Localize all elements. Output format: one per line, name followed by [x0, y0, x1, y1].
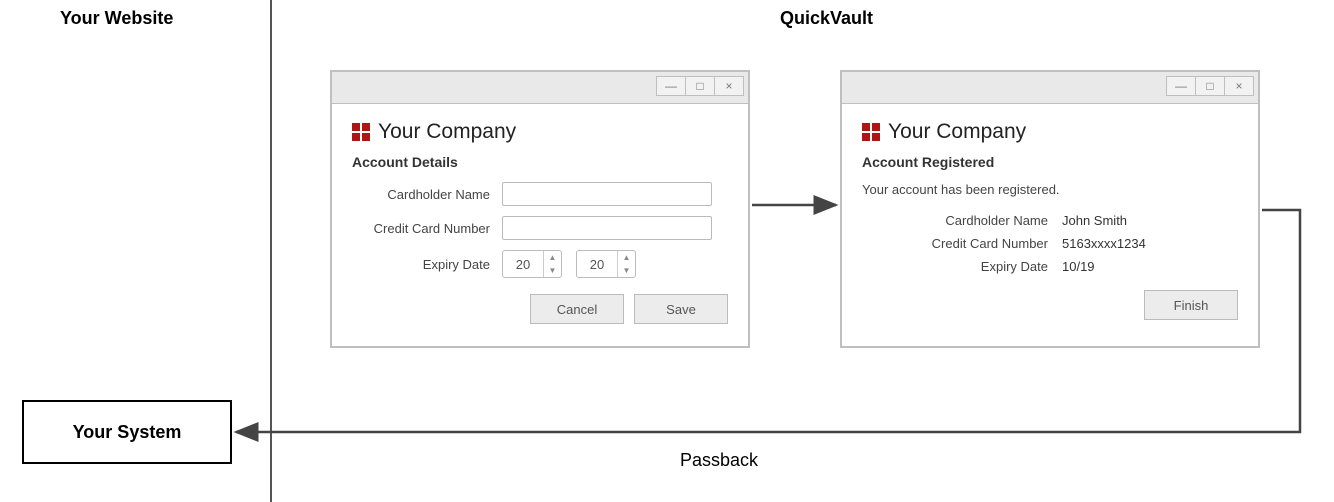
cardnumber-input[interactable]	[502, 216, 712, 240]
window-close-button[interactable]: ×	[1224, 76, 1254, 96]
expiry-year-stepper[interactable]: 20 ▲▼	[576, 250, 636, 278]
region-label-your-website: Your Website	[60, 8, 173, 29]
expiry-year-value: 20	[577, 257, 617, 272]
section-heading: Account Details	[352, 154, 728, 170]
cardholder-label: Cardholder Name	[352, 187, 502, 202]
expiry-month-stepper[interactable]: 20 ▲▼	[502, 250, 562, 278]
window-minimize-button[interactable]: —	[1166, 76, 1196, 96]
company-header: Your Company	[352, 120, 728, 144]
cancel-button[interactable]: Cancel	[530, 294, 624, 324]
window-close-button[interactable]: ×	[714, 76, 744, 96]
company-logo-icon	[352, 123, 370, 141]
cardnumber-label: Credit Card Number	[352, 221, 502, 236]
passback-label: Passback	[680, 450, 758, 471]
region-divider	[270, 0, 272, 502]
cardnumber-value: 5163xxxx1234	[1062, 236, 1146, 251]
window-account-registered: — □ × Your Company Account Registered Yo…	[840, 70, 1260, 348]
expiry-label: Expiry Date	[862, 259, 1062, 274]
window-minimize-button[interactable]: —	[656, 76, 686, 96]
company-logo-icon	[862, 123, 880, 141]
stepper-arrows-icon[interactable]: ▲▼	[543, 251, 561, 277]
window-maximize-button[interactable]: □	[685, 76, 715, 96]
company-header: Your Company	[862, 120, 1238, 144]
expiry-label: Expiry Date	[352, 257, 502, 272]
company-name: Your Company	[378, 120, 516, 144]
expiry-value: 10/19	[1062, 259, 1095, 274]
stepper-arrows-icon[interactable]: ▲▼	[617, 251, 635, 277]
your-system-box: Your System	[22, 400, 232, 464]
finish-button[interactable]: Finish	[1144, 290, 1238, 320]
titlebar: — □ ×	[332, 72, 748, 104]
titlebar: — □ ×	[842, 72, 1258, 104]
company-name: Your Company	[888, 120, 1026, 144]
region-label-quickvault: QuickVault	[780, 8, 873, 29]
confirmation-message: Your account has been registered.	[862, 182, 1238, 197]
cardholder-value: John Smith	[1062, 213, 1127, 228]
cardholder-label: Cardholder Name	[862, 213, 1062, 228]
window-maximize-button[interactable]: □	[1195, 76, 1225, 96]
window-account-details: — □ × Your Company Account Details Cardh…	[330, 70, 750, 348]
save-button[interactable]: Save	[634, 294, 728, 324]
cardnumber-label: Credit Card Number	[862, 236, 1062, 251]
expiry-month-value: 20	[503, 257, 543, 272]
section-heading: Account Registered	[862, 154, 1238, 170]
cardholder-input[interactable]	[502, 182, 712, 206]
